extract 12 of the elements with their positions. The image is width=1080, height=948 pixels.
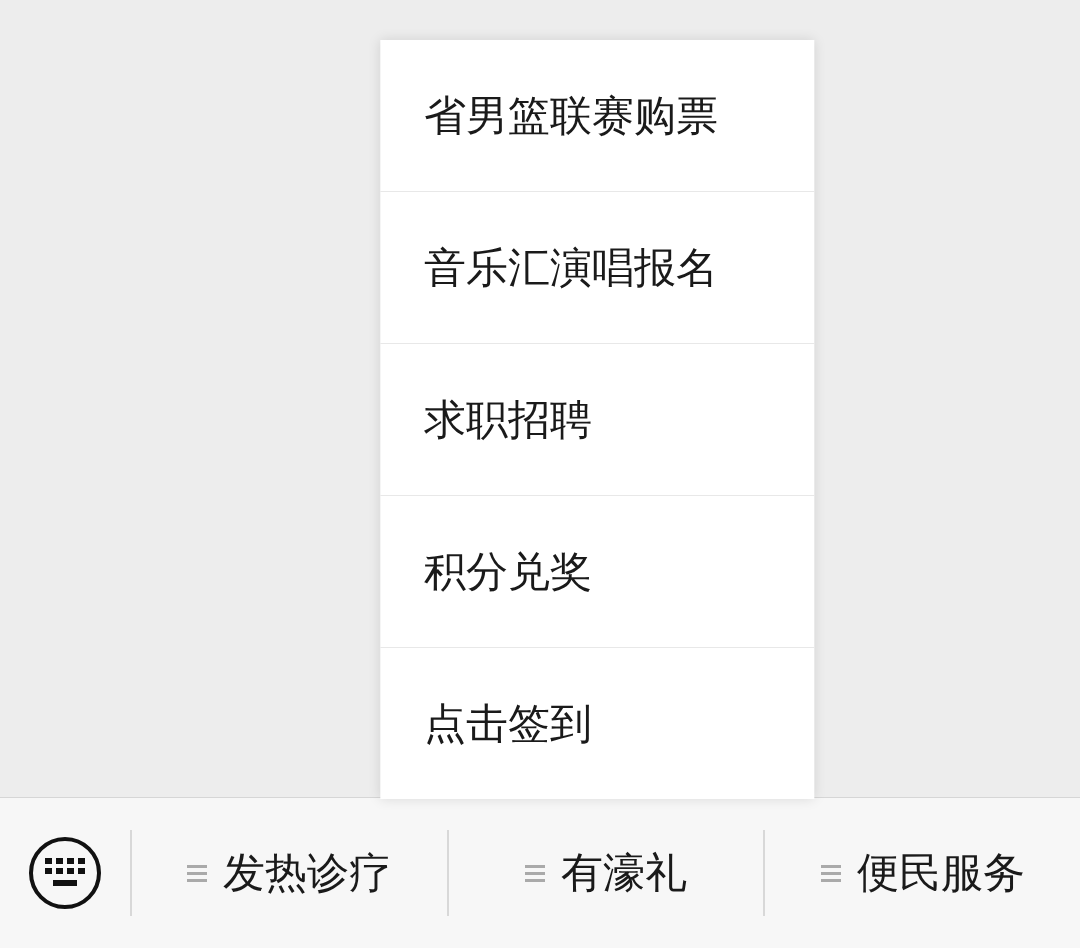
menu-item[interactable]: 有濠礼 (525, 845, 687, 901)
menu-item[interactable]: 发热诊疗 (187, 845, 392, 901)
submenu-item[interactable]: 点击签到 (380, 648, 815, 799)
submenu-item[interactable]: 省男篮联赛购票 (380, 40, 815, 192)
menu-item[interactable]: 便民服务 (820, 845, 1025, 901)
menu-icon (525, 864, 545, 882)
submenu-item[interactable]: 音乐汇演唱报名 (380, 192, 815, 344)
menu-icon (187, 864, 208, 882)
submenu-item[interactable]: 求职招聘 (380, 344, 815, 496)
submenu-item[interactable]: 积分兑奖 (380, 496, 815, 648)
menu-icon (820, 864, 841, 882)
keyboard-icon[interactable] (28, 836, 102, 910)
